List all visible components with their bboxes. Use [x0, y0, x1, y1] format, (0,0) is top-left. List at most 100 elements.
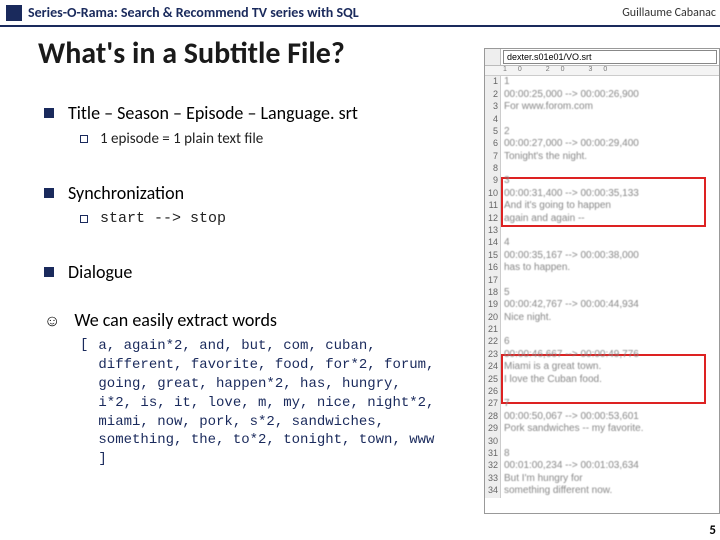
line-number: 31 — [485, 448, 501, 461]
header-square-icon — [6, 5, 22, 21]
line-text: For www.forom.com — [501, 101, 719, 114]
line-number: 27 — [485, 398, 501, 411]
file-line: 13 — [485, 225, 719, 237]
file-line: 1000:00:31,400 --> 00:00:35,133 — [485, 188, 719, 201]
line-text — [501, 324, 719, 336]
smiley-icon: ☺ — [44, 312, 60, 331]
line-number: 34 — [485, 485, 501, 498]
line-number: 4 — [485, 114, 501, 126]
file-line: 11 — [485, 76, 719, 89]
line-number: 3 — [485, 101, 501, 114]
file-line: 600:00:27,000 --> 00:00:29,400 — [485, 138, 719, 151]
gutter-corner — [485, 49, 501, 65]
file-line: 11And it's going to happen — [485, 200, 719, 213]
file-line: 318 — [485, 448, 719, 461]
file-line: 29Pork sandwiches -- my favorite. — [485, 423, 719, 436]
line-text: 00:00:50,067 --> 00:00:53,601 — [501, 411, 719, 424]
file-line: 1500:00:35,167 --> 00:00:38,000 — [485, 250, 719, 263]
file-line: 12again and again -- — [485, 213, 719, 226]
line-number: 12 — [485, 213, 501, 226]
line-text: I love the Cuban food. — [501, 374, 719, 387]
line-text — [501, 436, 719, 448]
file-line: 52 — [485, 126, 719, 139]
line-number: 17 — [485, 275, 501, 287]
line-text: 00:00:31,400 --> 00:00:35,133 — [501, 188, 719, 201]
bullet-synchronization: Synchronization — [44, 182, 440, 204]
bullet-dialogue: Dialogue — [44, 261, 440, 283]
file-line: 26 — [485, 386, 719, 398]
file-line: 7Tonight's the night. — [485, 151, 719, 164]
line-number: 30 — [485, 436, 501, 448]
line-text — [501, 114, 719, 126]
file-line: 3For www.forom.com — [485, 101, 719, 114]
subbullet-text: 1 episode = 1 plain text file — [100, 130, 263, 148]
line-text: 5 — [501, 287, 719, 300]
file-line: 2800:00:50,067 --> 00:00:53,601 — [485, 411, 719, 424]
file-line: 30 — [485, 436, 719, 448]
line-number: 26 — [485, 386, 501, 398]
line-text: 00:01:00,234 --> 00:01:03,634 — [501, 460, 719, 473]
file-line: 185 — [485, 287, 719, 300]
file-body: 11200:00:25,000 --> 00:00:26,9003For www… — [485, 76, 719, 498]
line-number: 13 — [485, 225, 501, 237]
file-line: 93 — [485, 175, 719, 188]
bullet-title-format: Title – Season – Episode – Language. srt — [44, 102, 440, 124]
line-number: 7 — [485, 151, 501, 164]
line-text: Miami is a great town. — [501, 361, 719, 374]
line-number: 33 — [485, 473, 501, 486]
line-number: 14 — [485, 237, 501, 250]
file-line: 200:00:25,000 --> 00:00:26,900 — [485, 89, 719, 102]
line-text: 7 — [501, 398, 719, 411]
line-number: 15 — [485, 250, 501, 263]
file-line: 21 — [485, 324, 719, 336]
hollow-square-bullet-icon — [80, 135, 88, 143]
filename-field[interactable]: dexter.s01e01/VO.srt — [503, 50, 717, 64]
line-number: 9 — [485, 175, 501, 188]
line-text: Tonight's the night. — [501, 151, 719, 164]
line-text: 1 — [501, 76, 719, 89]
line-number: 25 — [485, 374, 501, 387]
line-text — [501, 163, 719, 175]
file-line: 34something different now. — [485, 485, 719, 498]
line-number: 32 — [485, 460, 501, 473]
line-text: Pork sandwiches -- my favorite. — [501, 423, 719, 436]
line-text: 00:00:27,000 --> 00:00:29,400 — [501, 138, 719, 151]
header-title: Series-O-Rama: Search & Recommend TV ser… — [28, 4, 622, 21]
file-line: 24Miami is a great town. — [485, 361, 719, 374]
column-ruler: 10 20 30 — [485, 66, 719, 76]
line-number: 20 — [485, 312, 501, 325]
line-text: 8 — [501, 448, 719, 461]
line-text — [501, 225, 719, 237]
line-text: And it's going to happen — [501, 200, 719, 213]
open-bracket: [ — [80, 337, 88, 353]
file-line: 2300:00:46,667 --> 00:00:49,776 — [485, 349, 719, 362]
line-text — [501, 386, 719, 398]
word-list-row: [ a, again*2, and, but, com, cuban, diff… — [80, 337, 440, 469]
line-text — [501, 275, 719, 287]
line-number: 18 — [485, 287, 501, 300]
line-number: 5 — [485, 126, 501, 139]
line-number: 2 — [485, 89, 501, 102]
square-bullet-icon — [44, 108, 54, 118]
line-number: 23 — [485, 349, 501, 362]
page-number: 5 — [709, 523, 716, 538]
line-number: 1 — [485, 76, 501, 89]
subbullet-start-stop: start --> stop — [80, 210, 440, 227]
bullet-text: We can easily extract words — [74, 309, 277, 331]
line-text: 2 — [501, 126, 719, 139]
file-line: 16has to happen. — [485, 262, 719, 275]
file-line: 226 — [485, 336, 719, 349]
line-text: But I'm hungry for — [501, 473, 719, 486]
line-text: 00:00:35,167 --> 00:00:38,000 — [501, 250, 719, 263]
subbullet-episode-file: 1 episode = 1 plain text file — [80, 130, 440, 148]
line-number: 24 — [485, 361, 501, 374]
word-list: a, again*2, and, but, com, cuban, differ… — [98, 337, 438, 469]
file-line: 277 — [485, 398, 719, 411]
file-line: 1900:00:42,767 --> 00:00:44,934 — [485, 299, 719, 312]
line-number: 10 — [485, 188, 501, 201]
line-number: 6 — [485, 138, 501, 151]
line-number: 19 — [485, 299, 501, 312]
file-line: 25I love the Cuban food. — [485, 374, 719, 387]
bullet-text: Title – Season – Episode – Language. srt — [68, 102, 358, 124]
bullet-text: Dialogue — [68, 261, 132, 283]
